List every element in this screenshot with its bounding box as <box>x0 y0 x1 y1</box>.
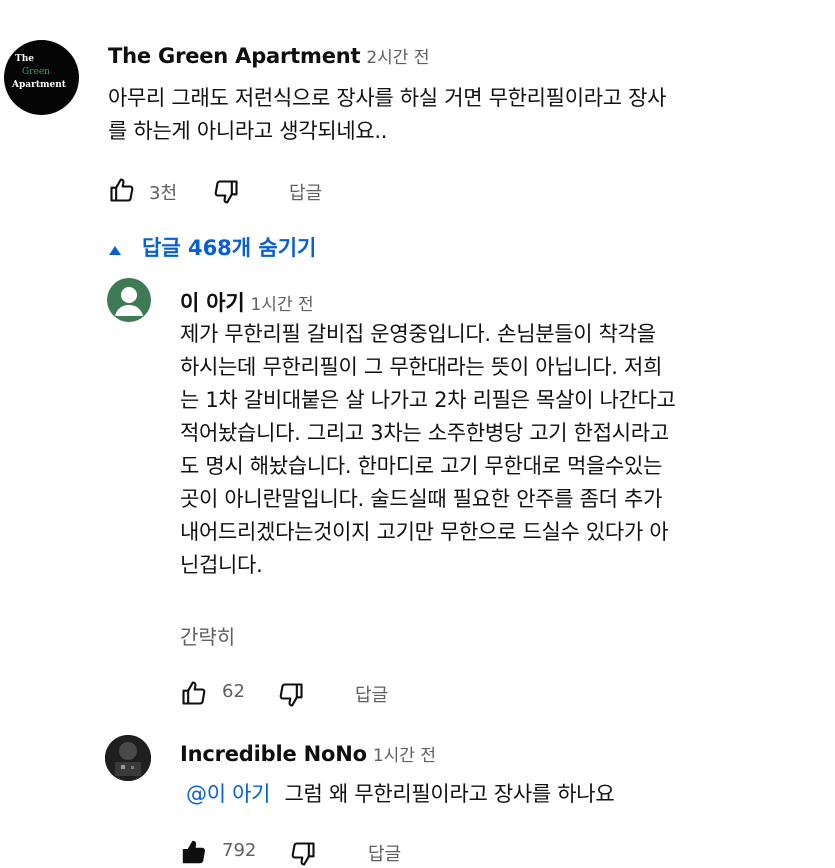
show-less-button[interactable]: 간략히 <box>180 621 235 650</box>
reply-text: 그럼 왜 무한리필이라고 장사를 하나요 <box>284 782 615 806</box>
reply-header: 이 아기 1시간 전 <box>180 287 314 317</box>
reply-author[interactable]: Incredible NoNo <box>180 742 367 766</box>
thumbs-up-icon <box>182 681 206 705</box>
thumbs-down-icon <box>214 180 238 204</box>
dislike-button[interactable] <box>289 840 317 868</box>
thumbs-up-filled-icon <box>182 840 205 864</box>
like-count: 62 <box>222 681 245 702</box>
thumbs-down-icon <box>291 842 315 866</box>
reply-text-line: 곳이 아니란말입니다. 술드실때 필요한 안주를 좀더 추가 <box>180 487 663 511</box>
reply-button[interactable]: 답글 <box>368 840 401 866</box>
reply-text-line: 닌겁니다. <box>180 553 263 577</box>
caret-up-icon <box>109 245 121 255</box>
dislike-button[interactable] <box>277 681 305 709</box>
avatar-text-line: The <box>15 54 34 64</box>
comment-text-line: 를 하는게 아니라고 생각되네요.. <box>108 119 388 143</box>
comment-time[interactable]: 2시간 전 <box>366 48 429 68</box>
profile-photo-icon <box>105 735 151 781</box>
reply-text-line: 하시는데 무한리필이 그 무한대라는 뜻이 아닙니다. 저희 <box>180 355 663 379</box>
reply-text-line: 제가 무한리필 갈비집 운영중입니다. 손님분들이 착각을 <box>180 322 656 346</box>
reply-text-line: 적어놨습니다. 그리고 3차는 소주한병당 고기 한접시라고 <box>180 421 669 445</box>
dislike-button[interactable] <box>212 178 240 206</box>
reply-text-line: 내어드리겠다는것이지 고기만 무한으로 드실수 있다가 아 <box>180 520 669 544</box>
like-count: 792 <box>222 840 257 861</box>
reply-time[interactable]: 1시간 전 <box>373 746 436 766</box>
channel-avatar[interactable]: The Green Apartment <box>4 40 79 115</box>
user-avatar[interactable] <box>105 735 151 781</box>
hide-replies-toggle[interactable]: 답글 468개 숨기기 <box>108 232 316 262</box>
avatar-text-line: Apartment <box>12 80 66 90</box>
comment-header: The Green Apartment 2시간 전 <box>108 43 429 68</box>
reply-time[interactable]: 1시간 전 <box>250 295 313 315</box>
reply-text-line: 도 명시 해놨습니다. 한마디로 고기 무한대로 먹을수있는 <box>180 454 663 478</box>
comment-text-line: 아무리 그래도 저런식으로 장사를 하실 거면 무한리필이라고 장사 <box>108 86 667 110</box>
reply-body: 제가 무한리필 갈비집 운영중입니다. 손님분들이 착각을 하시는데 무한리필이… <box>180 318 810 582</box>
thumbs-down-icon <box>279 683 303 707</box>
comment-author[interactable]: The Green Apartment <box>108 44 361 68</box>
comment-body: 아무리 그래도 저런식으로 장사를 하실 거면 무한리필이라고 장사 를 하는게… <box>108 82 808 148</box>
reply-button[interactable]: 답글 <box>355 681 388 707</box>
reply-button[interactable]: 답글 <box>289 179 322 205</box>
reply-text-line: 는 1차 갈비대붙은 살 나가고 2차 리필은 목살이 나간다고 <box>180 388 676 412</box>
reply-author[interactable]: 이 아기 <box>180 291 245 315</box>
reply-header: Incredible NoNo 1시간 전 <box>180 741 436 766</box>
default-user-icon <box>115 287 143 316</box>
reply-body: @이 아기 그럼 왜 무한리필이라고 장사를 하나요 <box>186 778 615 811</box>
like-count: 3천 <box>149 183 178 204</box>
hide-replies-label: 답글 468개 숨기기 <box>142 236 317 260</box>
like-button[interactable] <box>108 176 136 204</box>
thumbs-up-icon <box>110 178 134 202</box>
like-button[interactable] <box>180 838 208 866</box>
user-avatar[interactable] <box>107 278 151 322</box>
like-button[interactable] <box>180 679 208 707</box>
mention-link[interactable]: @이 아기 <box>186 782 270 806</box>
avatar-text-line: Green <box>22 67 50 77</box>
